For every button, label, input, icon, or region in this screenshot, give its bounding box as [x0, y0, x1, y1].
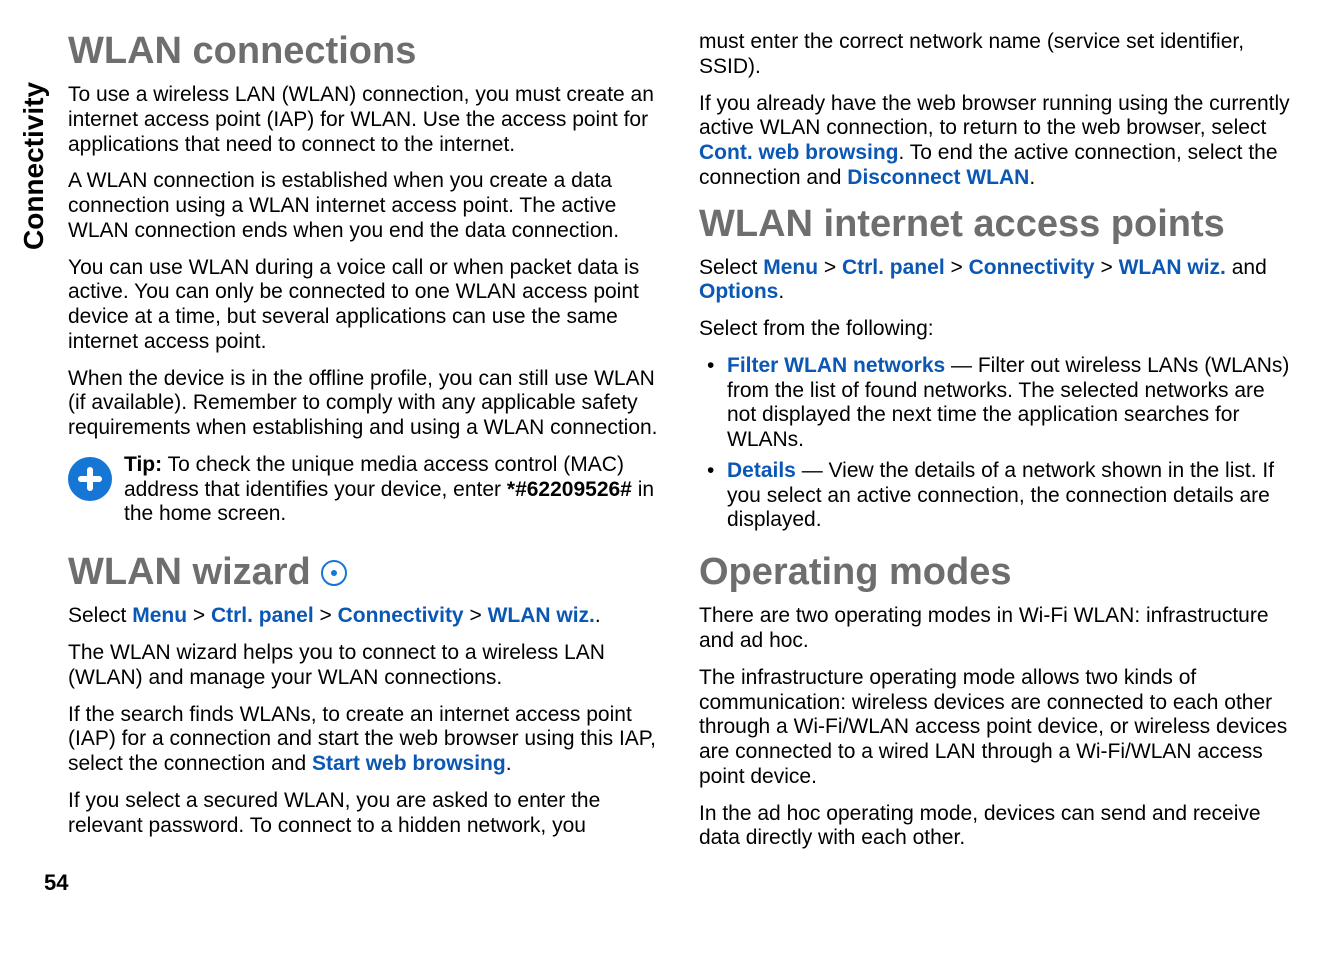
list-item: Details — View the details of a network … [699, 459, 1292, 533]
sep: > [314, 604, 338, 627]
wlan-wiz-label: WLAN wiz. [1119, 256, 1226, 279]
paragraph: There are two operating modes in Wi-Fi W… [699, 604, 1292, 654]
sep: > [187, 604, 211, 627]
disconnect-label: Disconnect WLAN [847, 166, 1029, 189]
column-right: must enter the correct network name (ser… [699, 30, 1292, 924]
t: . [778, 280, 784, 303]
breadcrumb: Select Menu > Ctrl. panel > Connectivity… [68, 604, 661, 629]
start-web-label: Start web browsing [312, 752, 506, 775]
tip-label: Tip: [124, 453, 162, 476]
t: — View the details of a network shown in… [727, 459, 1274, 532]
t: and [1226, 256, 1267, 279]
page-number: 54 [44, 870, 68, 896]
paragraph: must enter the correct network name (ser… [699, 30, 1292, 80]
filter-wlan-label: Filter WLAN networks [727, 354, 945, 377]
sep: > [464, 604, 488, 627]
tip-code: *#62209526# [507, 478, 632, 501]
tip-text: Tip: To check the unique media access co… [124, 453, 661, 527]
paragraph: In the ad hoc operating mode, devices ca… [699, 802, 1292, 852]
t: . [595, 604, 601, 627]
tip-icon [68, 457, 112, 501]
t: Select [68, 604, 132, 627]
side-label: Connectivity [0, 30, 68, 924]
wlan-icon [321, 560, 347, 586]
options-label: Options [699, 280, 778, 303]
t: If you already have the web browser runn… [699, 92, 1290, 140]
paragraph: The infrastructure operating mode allows… [699, 666, 1292, 790]
paragraph: When the device is in the offline profil… [68, 367, 661, 441]
option-list: Filter WLAN networks — Filter out wirele… [699, 354, 1292, 539]
sep: > [945, 256, 969, 279]
connectivity-label: Connectivity [969, 256, 1095, 279]
heading-wlan-connections: WLAN connections [68, 30, 661, 73]
t: Select [699, 256, 763, 279]
heading-text: WLAN wizard [68, 551, 311, 594]
menu-label: Menu [132, 604, 187, 627]
paragraph: You can use WLAN during a voice call or … [68, 256, 661, 355]
page: Connectivity 54 WLAN connections To use … [0, 30, 1292, 924]
breadcrumb: Select Menu > Ctrl. panel > Connectivity… [699, 256, 1292, 306]
paragraph: To use a wireless LAN (WLAN) connection,… [68, 83, 661, 157]
section-label: Connectivity [18, 82, 50, 250]
heading-wlan-wizard: WLAN wizard [68, 551, 661, 594]
paragraph: If you already have the web browser runn… [699, 92, 1292, 191]
sep: > [818, 256, 842, 279]
t: . [1029, 166, 1035, 189]
columns: WLAN connections To use a wireless LAN (… [68, 30, 1292, 924]
t: . [506, 752, 512, 775]
sep: > [1095, 256, 1119, 279]
details-label: Details [727, 459, 796, 482]
list-item: Filter WLAN networks — Filter out wirele… [699, 354, 1292, 453]
ctrl-panel-label: Ctrl. panel [842, 256, 945, 279]
paragraph: If the search finds WLANs, to create an … [68, 703, 661, 777]
ctrl-panel-label: Ctrl. panel [211, 604, 314, 627]
heading-wlan-iap: WLAN internet access points [699, 203, 1292, 246]
heading-operating-modes: Operating modes [699, 551, 1292, 594]
column-left: WLAN connections To use a wireless LAN (… [68, 30, 661, 924]
connectivity-label: Connectivity [338, 604, 464, 627]
paragraph: A WLAN connection is established when yo… [68, 169, 661, 243]
wlan-wiz-label: WLAN wiz. [488, 604, 595, 627]
cont-web-label: Cont. web browsing [699, 141, 899, 164]
paragraph: If you select a secured WLAN, you are as… [68, 789, 661, 839]
paragraph: The WLAN wizard helps you to connect to … [68, 641, 661, 691]
tip-row: Tip: To check the unique media access co… [68, 453, 661, 539]
paragraph: Select from the following: [699, 317, 1292, 342]
menu-label: Menu [763, 256, 818, 279]
